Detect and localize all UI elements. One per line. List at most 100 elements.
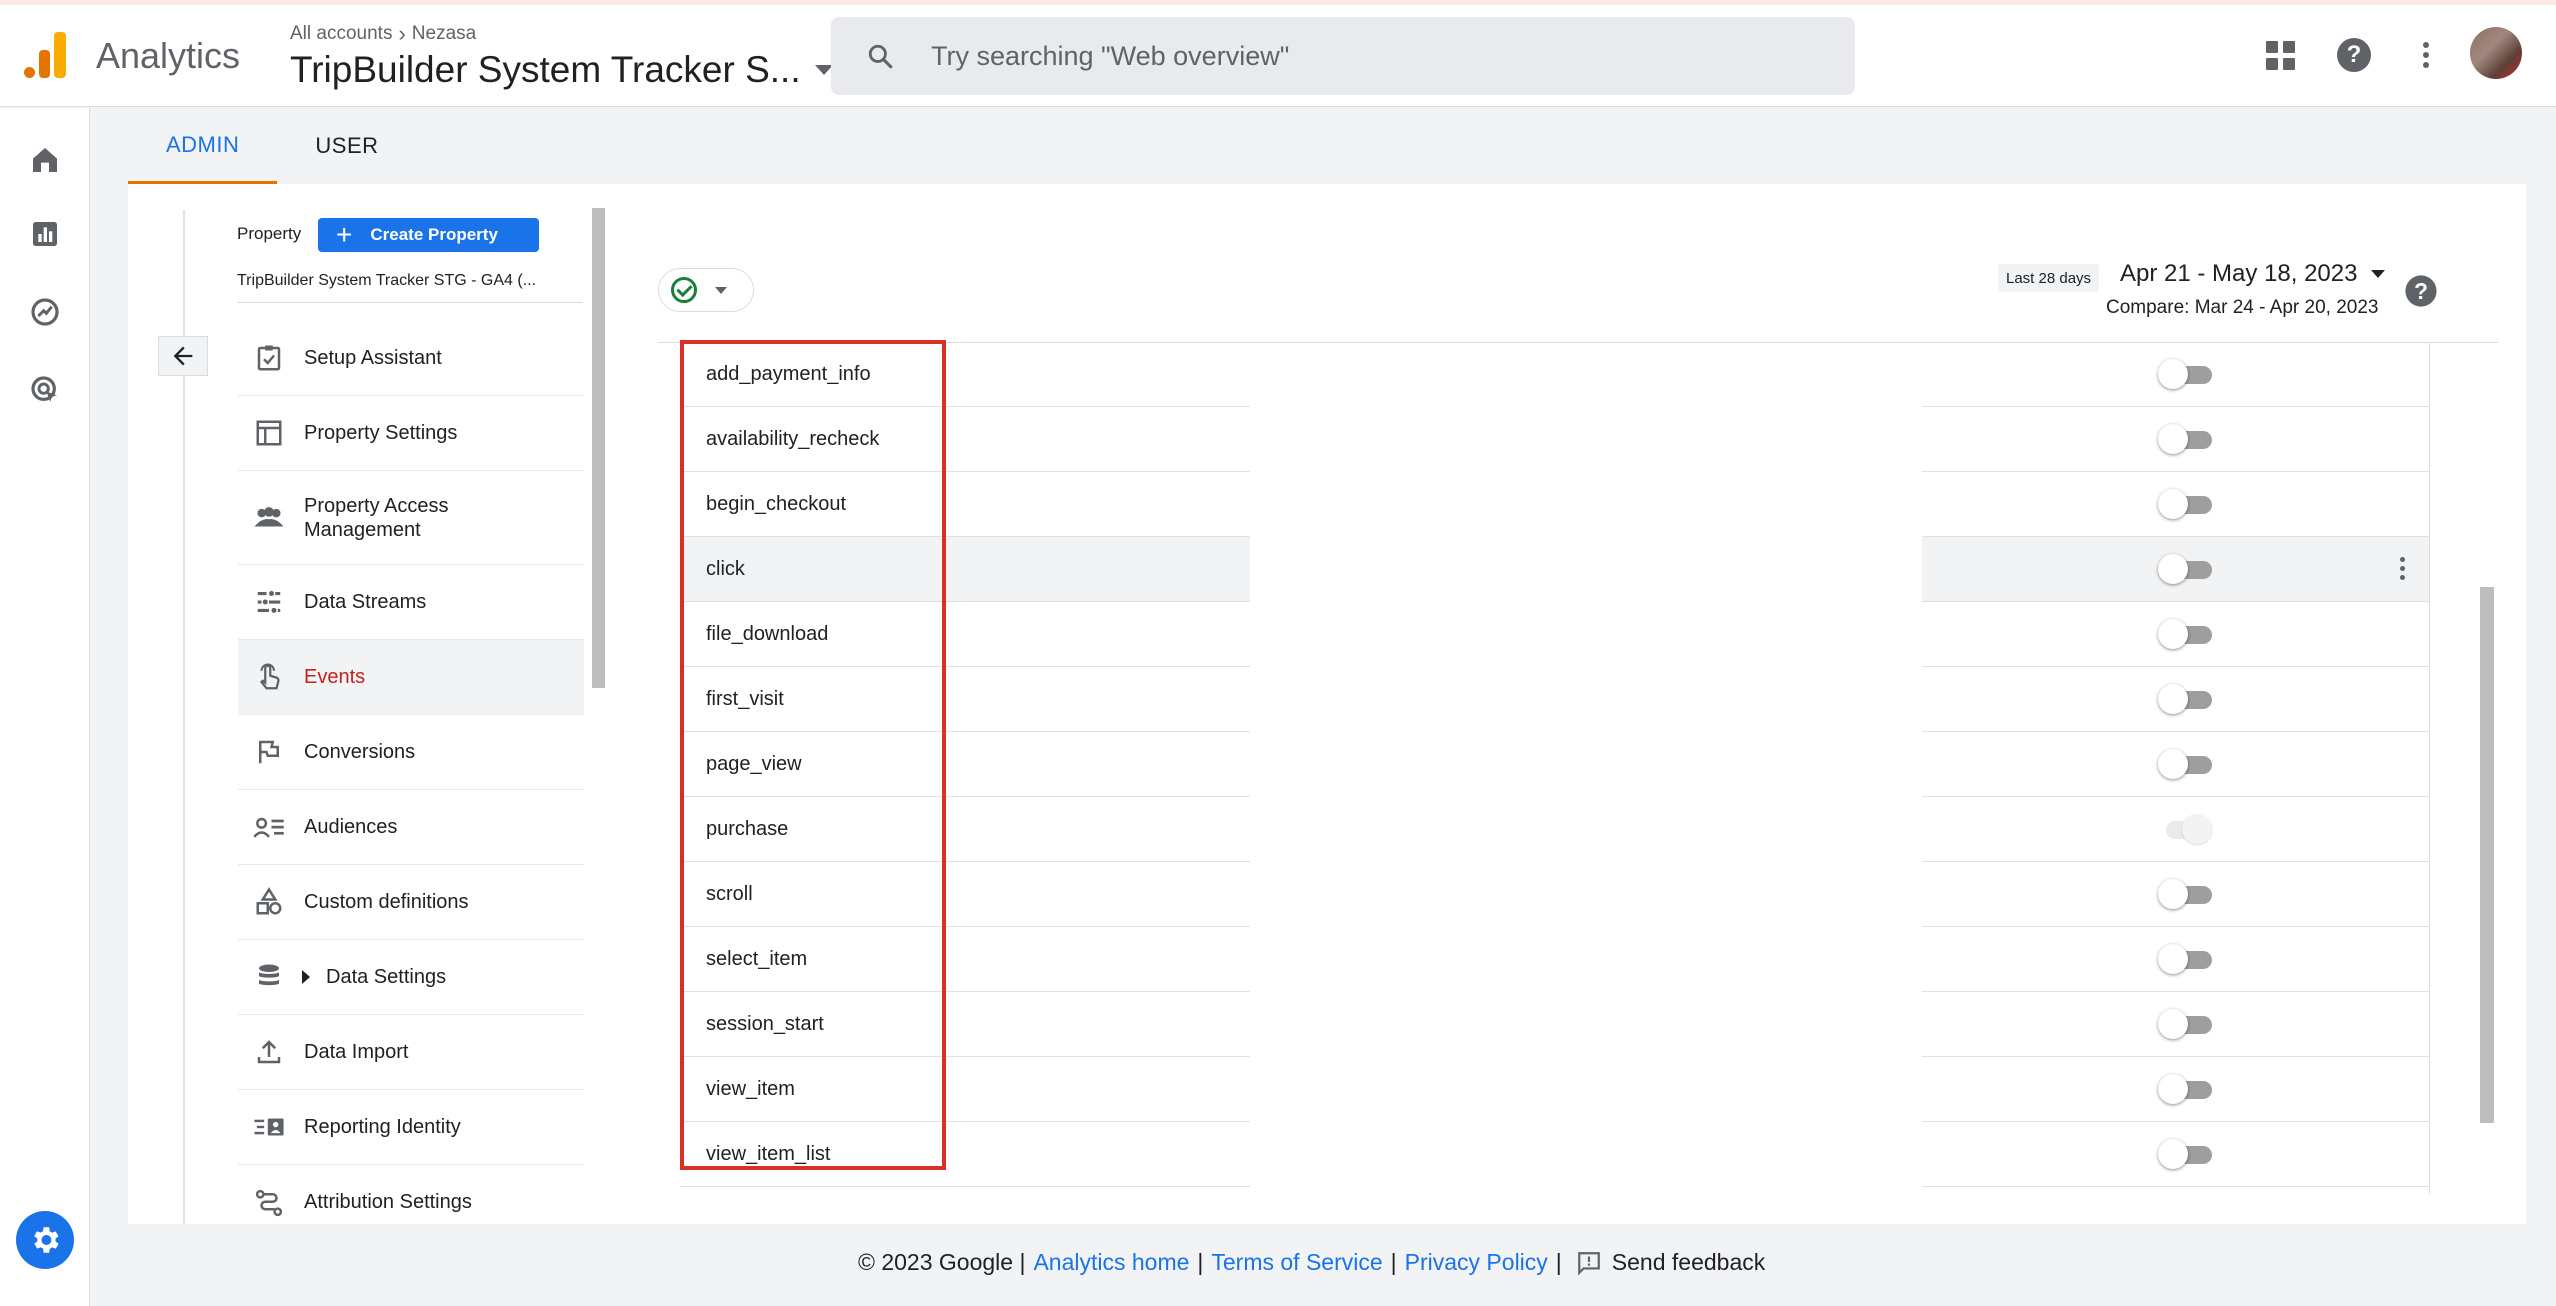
admin-settings-button[interactable] [16, 1211, 74, 1269]
property-picker[interactable]: TripBuilder System Tracker S... [290, 49, 833, 91]
tab-user[interactable]: USER [277, 108, 416, 184]
reports-icon[interactable] [25, 214, 65, 254]
event-name: add_payment_info [706, 363, 871, 385]
layout-icon [252, 416, 286, 450]
send-feedback-button[interactable]: Send feedback [1576, 1249, 1765, 1276]
mark-as-conversion-toggle[interactable] [2158, 879, 2214, 909]
table-row[interactable]: availability_recheck [680, 407, 1250, 472]
nav-item-data-streams[interactable]: Data Streams [238, 565, 584, 640]
mark-as-conversion-toggle[interactable] [2158, 944, 2214, 974]
mark-as-conversion-toggle[interactable] [2158, 1139, 2214, 1169]
nav-item-data-import[interactable]: Data Import [238, 1015, 584, 1090]
table-row [1922, 1122, 2430, 1187]
copyright: © 2023 Google | [858, 1249, 1026, 1275]
back-button[interactable] [158, 336, 208, 376]
table-row[interactable]: purchase [680, 797, 1250, 862]
advertising-icon[interactable] [25, 370, 65, 410]
nav-item-audiences[interactable]: Audiences [238, 790, 584, 865]
footer: © 2023 Google | Analytics home | Terms o… [858, 1249, 1765, 1276]
home-icon[interactable] [25, 140, 65, 180]
breadcrumb-account[interactable]: Nezasa [412, 23, 476, 45]
apps-icon[interactable] [2260, 35, 2300, 75]
help-icon[interactable]: ? [2404, 274, 2438, 308]
nav-item-label: Setup Assistant [304, 346, 442, 369]
admin-nav: Setup Assistant Property Settings Proper… [238, 321, 584, 1240]
date-range-picker[interactable]: Apr 21 - May 18, 2023 [2120, 260, 2386, 288]
mark-as-conversion-toggle[interactable] [2158, 554, 2214, 584]
mark-as-conversion-toggle[interactable] [2158, 424, 2214, 454]
avatar[interactable] [2470, 27, 2522, 79]
breadcrumb-root[interactable]: All accounts [290, 23, 392, 45]
table-row[interactable]: scroll [680, 862, 1250, 927]
table-row[interactable]: select_item [680, 927, 1250, 992]
plus-icon: + [336, 219, 353, 250]
search-input[interactable] [931, 17, 1831, 95]
event-name: first_visit [706, 688, 784, 710]
event-name: scroll [706, 883, 753, 905]
terms-link[interactable]: Terms of Service [1211, 1249, 1382, 1276]
nav-item-custom-definitions[interactable]: Custom definitions [238, 865, 584, 940]
mark-as-conversion-toggle[interactable] [2158, 619, 2214, 649]
nav-item-setup-assistant[interactable]: Setup Assistant [238, 321, 584, 396]
caret-down-icon [2371, 270, 2386, 278]
compare-range: Compare: Mar 24 - Apr 20, 2023 [2106, 297, 2379, 318]
breadcrumb[interactable]: All accounts › Nezasa [290, 21, 476, 47]
identity-icon [252, 1110, 286, 1144]
analytics-home-link[interactable]: Analytics home [1033, 1249, 1189, 1276]
nav-scrollbar[interactable] [592, 208, 605, 688]
search-bar[interactable] [831, 17, 1855, 95]
table-row [1922, 537, 2430, 602]
event-name: purchase [706, 818, 789, 840]
nav-item-property-settings[interactable]: Property Settings [238, 396, 584, 471]
table-row[interactable]: view_item [680, 1057, 1250, 1122]
send-feedback-label: Send feedback [1611, 1249, 1766, 1275]
table-row[interactable]: view_item_list [680, 1122, 1250, 1187]
shapes-icon [252, 885, 286, 919]
mark-as-conversion-toggle[interactable] [2158, 1074, 2214, 1104]
mark-as-conversion-toggle[interactable] [2158, 489, 2214, 519]
more-vert-icon[interactable] [2406, 35, 2446, 75]
mark-as-conversion-toggle[interactable] [2158, 1009, 2214, 1039]
nav-item-data-settings[interactable]: Data Settings [238, 940, 584, 1015]
mark-as-conversion-toggle[interactable] [2158, 749, 2214, 779]
table-row[interactable]: begin_checkout [680, 472, 1250, 537]
property-title: TripBuilder System Tracker S... [290, 49, 801, 90]
table-row[interactable]: click [680, 537, 1250, 602]
nav-item-label: Data Streams [304, 590, 427, 613]
table-row[interactable]: first_visit [680, 667, 1250, 732]
explore-icon[interactable] [25, 292, 65, 332]
divider: | [1390, 1249, 1397, 1275]
more-vert-icon[interactable] [2390, 557, 2414, 583]
create-property-button[interactable]: + Create Property [318, 218, 539, 252]
divider: | [1555, 1249, 1562, 1275]
table-row[interactable]: session_start [680, 992, 1250, 1057]
event-name-column: add_payment_info availability_recheck be… [680, 342, 1250, 1187]
nav-item-conversions[interactable]: Conversions [238, 715, 584, 790]
left-rail [0, 108, 90, 1306]
nav-item-label: Custom definitions [304, 890, 469, 913]
mark-as-conversion-toggle[interactable] [2158, 359, 2214, 389]
product-name: Analytics [96, 35, 241, 76]
nav-item-events[interactable]: Events [238, 640, 584, 715]
date-range-label: Apr 21 - May 18, 2023 [2120, 260, 2358, 287]
event-name: availability_recheck [706, 428, 880, 450]
nav-item-attribution-settings[interactable]: Attribution Settings [238, 1165, 584, 1240]
table-row[interactable]: add_payment_info [680, 342, 1250, 407]
tab-admin[interactable]: ADMIN [128, 108, 278, 184]
privacy-link[interactable]: Privacy Policy [1405, 1249, 1548, 1276]
caret-down-icon [715, 286, 727, 294]
mark-as-conversion-toggle[interactable] [2158, 684, 2214, 714]
event-name: session_start [706, 1013, 824, 1035]
table-row[interactable]: page_view [680, 732, 1250, 797]
analytics-logo-icon[interactable] [24, 32, 66, 78]
main-scrollbar[interactable] [2480, 587, 2494, 1123]
app-header: Analytics All accounts › Nezasa TripBuil… [0, 5, 2556, 107]
help-icon[interactable]: ? [2334, 35, 2374, 75]
nav-item-property-access[interactable]: Property Access Management [238, 471, 584, 565]
property-selector[interactable]: TripBuilder System Tracker STG - GA4 (..… [237, 272, 583, 303]
table-row[interactable]: file_download [680, 602, 1250, 667]
nav-item-reporting-identity[interactable]: Reporting Identity [238, 1090, 584, 1165]
status-filter-dropdown[interactable] [658, 268, 754, 312]
search-icon [868, 44, 893, 69]
expand-arrow-icon[interactable] [302, 970, 310, 984]
